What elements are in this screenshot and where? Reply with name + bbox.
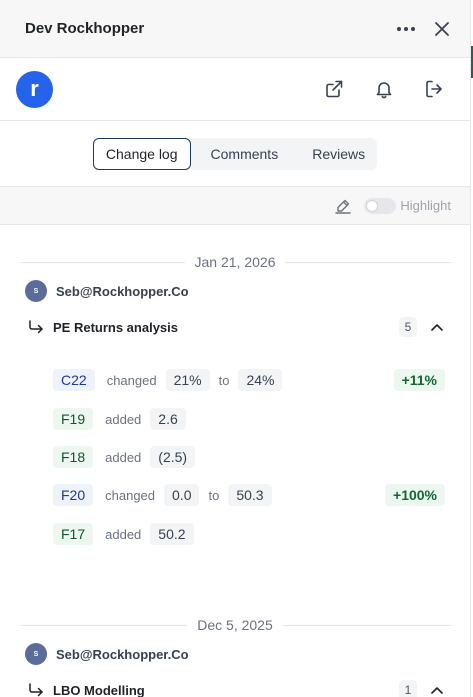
return-arrow-icon [28,320,44,334]
old-value: 21% [165,369,210,391]
external-link-icon[interactable] [324,79,344,99]
close-icon[interactable] [434,21,450,37]
change-count-badge: 5 [399,317,417,337]
added-value: 2.6 [150,408,186,430]
change-action: added [105,526,142,542]
user-email: Seb@Rockhopper.Co [56,646,189,662]
added-value: 50.2 [150,523,194,545]
avatar: S [25,643,47,665]
toggle-knob [366,199,379,212]
change-row: F20 changed 0.0 to 50.3 +100% [53,484,445,506]
tab-reviews[interactable]: Reviews [296,138,377,170]
group-name: PE Returns analysis [53,319,178,335]
header-actions [396,21,450,37]
highlight-toggle[interactable] [364,197,397,214]
group-name: LBO Modelling [53,682,145,697]
change-log-list: Jan 21, 2026 S Seb@Rockhopper.Co PE Retu… [0,225,470,697]
rockhopper-logo: r [16,70,53,108]
user-email: Seb@Rockhopper.Co [56,283,189,299]
date-label: Jan 21, 2026 [184,254,286,270]
panel-toolbar: r [0,58,470,121]
change-row: C22 changed 21% to 24% +11% [53,369,445,391]
chevron-up-icon[interactable] [431,323,443,331]
changelog-panel: Dev Rockhopper r Change log Comments Rev… [0,0,471,697]
cell-reference[interactable]: C22 [53,369,95,391]
change-row: F17 added 50.2 [53,523,445,545]
tab-comments[interactable]: Comments [191,138,297,170]
avatar: S [25,280,47,302]
change-action: added [105,449,142,465]
date-separator: Jan 21, 2026 [0,252,470,272]
change-row: F19 added 2.6 [53,408,445,430]
change-row: F18 added (2.5) [53,446,445,468]
date-label: Dec 5, 2025 [187,617,283,633]
user-row: S Seb@Rockhopper.Co [0,279,470,303]
return-arrow-icon [28,683,44,697]
chevron-up-icon[interactable] [431,686,443,694]
panel-header: Dev Rockhopper [0,0,470,58]
cell-reference[interactable]: F19 [53,408,94,430]
change-action: added [105,411,142,427]
panel-title: Dev Rockhopper [25,20,145,37]
highlighter-icon[interactable] [334,197,352,215]
more-options-icon[interactable] [396,26,416,32]
highlight-label: Highlight [400,198,451,213]
tabs-area: Change log Comments Reviews [0,121,470,187]
old-value: 0.0 [164,484,200,506]
logout-icon[interactable] [424,79,444,99]
change-action: changed [105,487,156,503]
to-label: to [218,372,230,388]
highlight-bar: Highlight [0,187,470,225]
user-row: S Seb@Rockhopper.Co [0,642,470,666]
to-label: to [208,487,220,503]
new-value: 24% [238,369,283,391]
change-group-header[interactable]: PE Returns analysis 5 [0,315,470,339]
cell-reference[interactable]: F18 [53,446,94,468]
new-value: 50.3 [228,484,272,506]
cell-reference[interactable]: F20 [53,484,94,506]
change-action: changed [106,372,157,388]
change-count-badge: 1 [399,680,417,697]
change-delta: +100% [385,484,445,506]
tab-list: Change log Comments Reviews [92,137,378,170]
toolbar-tools [324,79,444,99]
added-value: (2.5) [150,446,196,468]
change-delta: +11% [393,369,445,391]
date-separator: Dec 5, 2025 [0,615,470,635]
change-group-header[interactable]: LBO Modelling 1 [0,678,470,697]
tab-change-log[interactable]: Change log [92,137,191,170]
cell-reference[interactable]: F17 [53,523,94,545]
bell-icon[interactable] [374,79,394,99]
